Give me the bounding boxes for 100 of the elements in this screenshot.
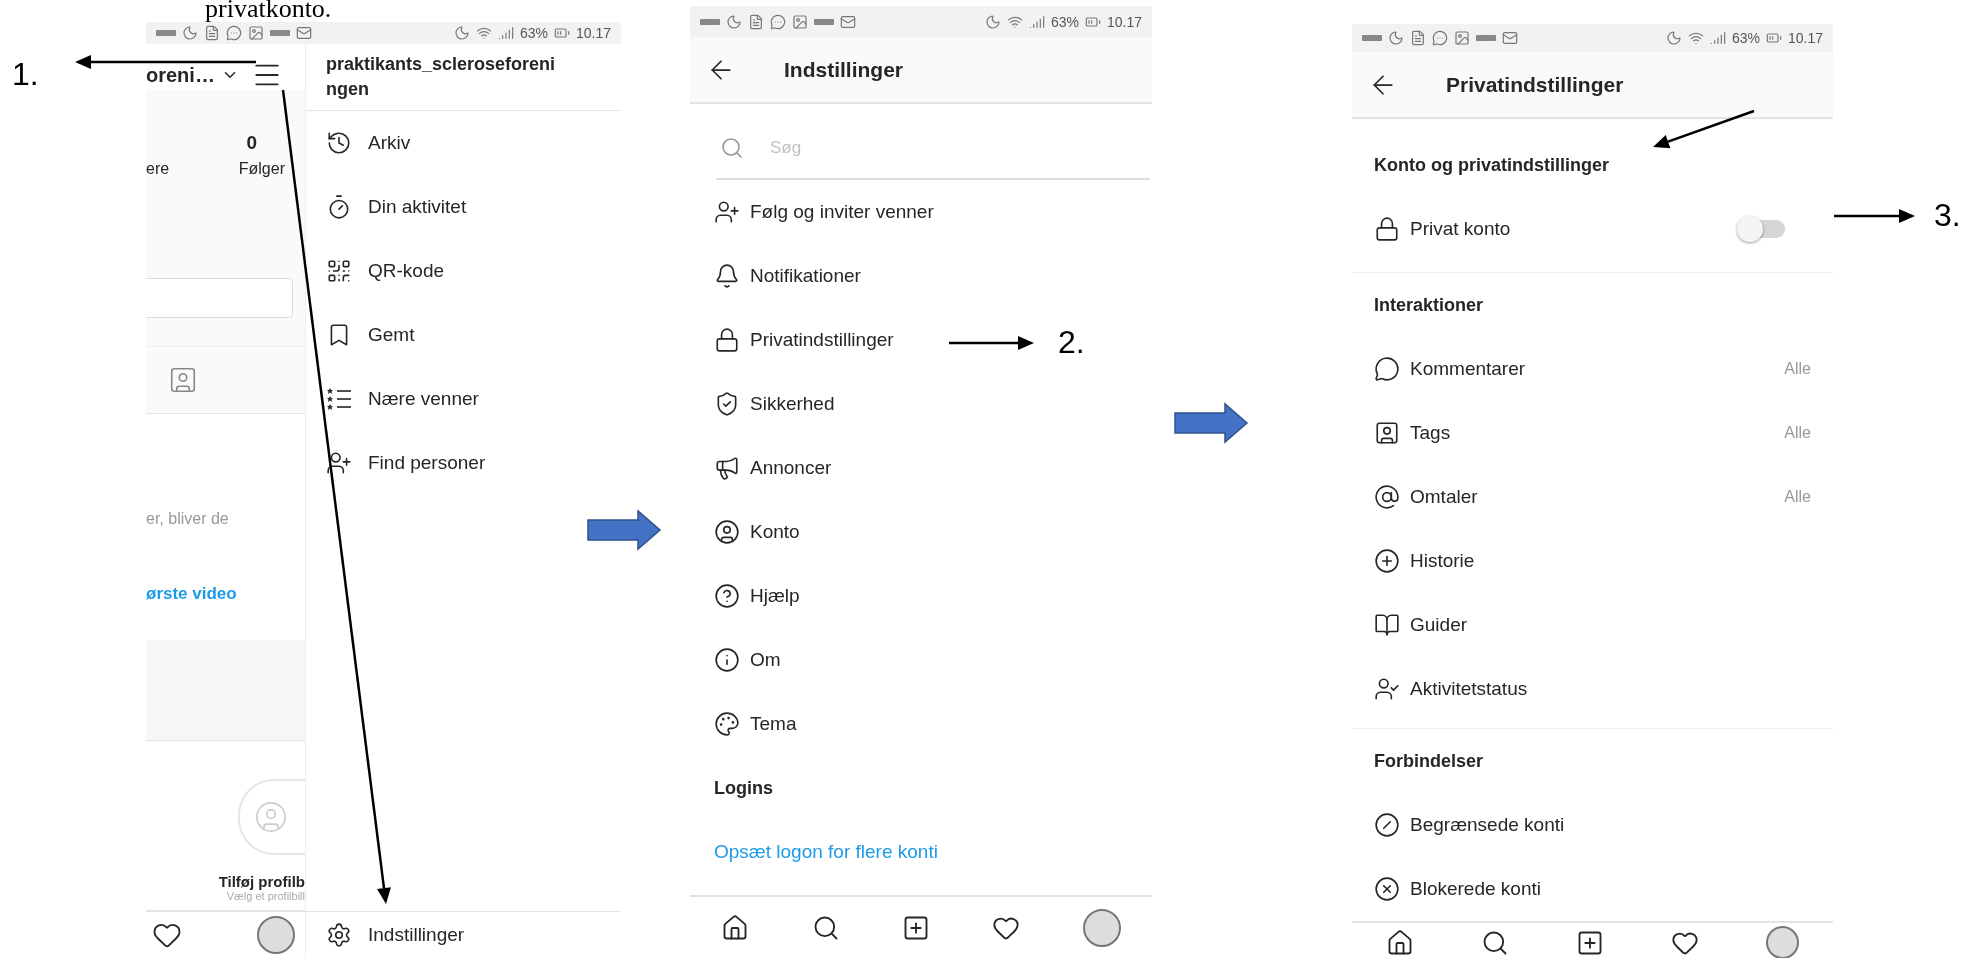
book-icon <box>1374 612 1400 638</box>
document-icon <box>204 25 220 41</box>
logo-icon <box>700 17 720 26</box>
mail-icon <box>840 13 856 30</box>
clock-time: 10.17 <box>575 25 611 41</box>
signal-icon <box>1709 30 1726 46</box>
logo-icon <box>814 17 834 26</box>
moon-icon <box>182 25 198 41</box>
search-icon <box>720 136 744 160</box>
plus-circle-icon <box>1374 548 1400 574</box>
document-icon <box>748 13 764 30</box>
history-icon <box>326 130 352 156</box>
stat-label: ere <box>146 160 170 178</box>
logo-icon <box>1362 34 1382 42</box>
lock-icon <box>1374 216 1400 242</box>
battery-icon <box>553 25 570 41</box>
add-person-icon <box>714 199 740 225</box>
speech-bubble-icon <box>1374 356 1400 382</box>
settings-item[interactable]: Konto <box>750 521 800 543</box>
settings-item[interactable]: Følg og inviter venner <box>750 201 934 223</box>
chat-bubble-icon <box>770 13 786 30</box>
add-photo-hint: Vælg et profilbill <box>226 890 305 902</box>
menu-item[interactable]: Arkiv <box>368 132 411 154</box>
step-label: 2. <box>1058 324 1085 361</box>
settings-item[interactable]: Hjælp <box>750 585 800 607</box>
menu-item[interactable]: Nære venner <box>368 388 479 410</box>
person-circle-icon <box>714 519 740 545</box>
x-circle-icon <box>1374 876 1400 902</box>
settings-item[interactable]: Guider <box>1410 614 1468 636</box>
person-tag-icon <box>1374 420 1400 446</box>
following-count: 0 <box>246 132 257 154</box>
person-tag-icon[interactable] <box>168 365 198 395</box>
step-label: 1. <box>12 56 39 93</box>
settings-item[interactable]: Notifikationer <box>750 265 861 287</box>
document-icon <box>1410 30 1426 46</box>
screen-title: Privatindstillinger <box>1446 72 1624 97</box>
person-check-icon <box>1374 676 1400 702</box>
battery-percent: 63% <box>519 25 548 41</box>
settings-item[interactable]: Tema <box>750 713 797 735</box>
settings-item[interactable]: Tags <box>1410 422 1451 444</box>
avatar-icon[interactable] <box>1082 908 1121 947</box>
info-icon <box>714 647 740 673</box>
slashed-circle-icon <box>1374 812 1400 838</box>
qr-code-icon <box>326 258 352 284</box>
section-heading: Interaktioner <box>1374 294 1484 316</box>
clock-time: 10.17 <box>1787 30 1823 46</box>
lock-icon <box>714 327 740 353</box>
settings-item[interactable]: Privatindstillinger <box>750 329 894 351</box>
settings-item[interactable]: Begrænsede konti <box>1410 814 1565 836</box>
moon-icon <box>726 13 742 30</box>
chat-bubble-icon <box>1432 30 1448 46</box>
signal-icon <box>1028 13 1045 30</box>
battery-percent: 63% <box>1731 30 1760 46</box>
image-icon <box>248 25 264 41</box>
mail-icon <box>1502 30 1518 46</box>
moon-icon <box>1388 30 1404 46</box>
clock-time: 10.17 <box>1106 13 1142 30</box>
settings-item[interactable]: Omtaler <box>1410 486 1478 508</box>
at-sign-icon <box>1374 484 1400 510</box>
settings-item[interactable]: Kommentarer <box>1410 358 1526 380</box>
section-heading: Konto og privatindstillinger <box>1374 154 1609 176</box>
menu-item[interactable]: QR-kode <box>368 260 445 282</box>
chat-bubble-icon <box>226 25 242 41</box>
settings-item[interactable]: Annoncer <box>750 457 832 479</box>
menu-item[interactable]: Gemt <box>368 324 415 346</box>
moon-icon <box>1665 30 1682 46</box>
settings-menu-item[interactable]: Indstillinger <box>368 924 465 946</box>
palette-icon <box>714 711 740 737</box>
setting-value: Alle <box>1784 424 1811 442</box>
menu-item[interactable]: Find personer <box>368 452 486 474</box>
avatar-icon[interactable] <box>257 916 295 954</box>
add-photo-title: Tilføj profilb <box>218 873 305 890</box>
bell-icon <box>714 263 740 289</box>
menu-username: praktikants_scleroseforeningen <box>326 53 557 101</box>
setting-value: Alle <box>1784 488 1811 506</box>
logo-icon <box>156 29 176 37</box>
menu-item[interactable]: Din aktivitet <box>368 196 467 218</box>
settings-item[interactable]: Blokerede konti <box>1410 878 1541 900</box>
edit-profile-field[interactable] <box>146 278 293 318</box>
moon-icon <box>453 25 470 41</box>
megaphone-icon <box>714 455 740 481</box>
settings-item[interactable]: Sikkerhed <box>750 393 835 415</box>
profile-username: oreni… <box>146 63 215 87</box>
signal-icon <box>497 25 514 41</box>
wifi-icon <box>475 25 492 41</box>
settings-item[interactable]: Historie <box>1410 550 1475 572</box>
screen-title: Indstillinger <box>784 57 903 82</box>
battery-percent: 63% <box>1050 13 1079 30</box>
person-circle-icon <box>254 800 288 834</box>
battery-icon <box>1765 30 1782 46</box>
add-person-icon <box>326 450 352 476</box>
star-list-icon <box>326 386 352 412</box>
step-label: 3. <box>1934 197 1961 234</box>
avatar-icon[interactable] <box>1766 926 1800 958</box>
settings-item[interactable]: Aktivitetstatus <box>1410 678 1528 700</box>
setting-value: Alle <box>1784 360 1811 378</box>
stat-label: Følger <box>238 160 285 178</box>
moon-icon <box>984 13 1001 30</box>
settings-item[interactable]: Om <box>750 649 781 671</box>
settings-item[interactable]: Privat konto <box>1410 218 1511 240</box>
